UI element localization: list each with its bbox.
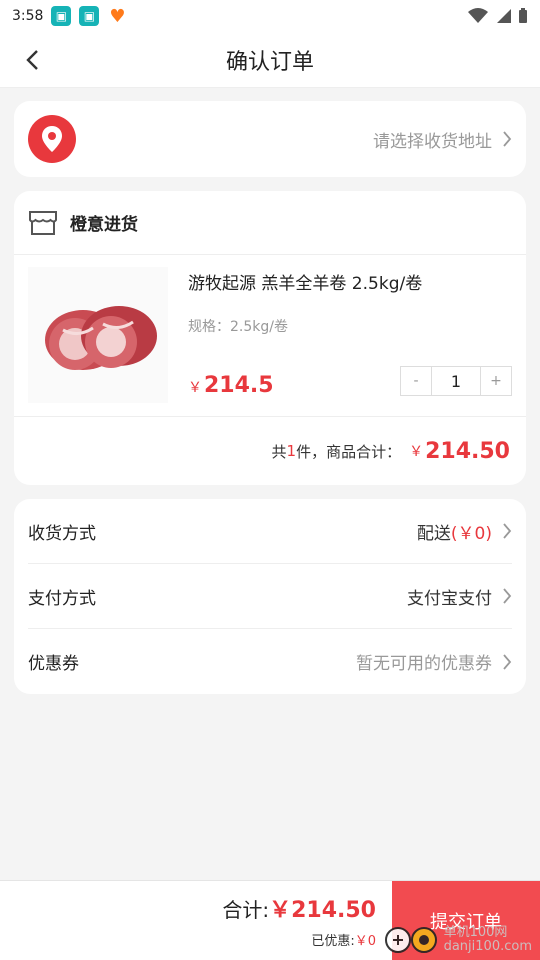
page-title: 确认订单 bbox=[225, 49, 314, 75]
heart-app-icon: ♥ bbox=[109, 5, 126, 27]
store-name: 橙意进货 bbox=[70, 215, 138, 235]
watermark-text: 单机100网 bbox=[443, 924, 508, 940]
payment-method-label: 支付方式 bbox=[28, 588, 96, 609]
summary-suffix: 件，商品合计： bbox=[296, 442, 402, 461]
product-price-value: 214.5 bbox=[204, 373, 274, 398]
store-card: 橙意进货 游牧起源 羔羊全羊卷 2.5kg/卷 规格：2.5kg/卷 ￥214.… bbox=[14, 191, 526, 485]
quantity-stepper: - 1 + bbox=[400, 366, 512, 396]
summary-total: 214.50 bbox=[425, 438, 510, 464]
back-arrow-icon bbox=[26, 50, 38, 70]
watermark: 单机100网 danji100.com bbox=[384, 924, 532, 956]
location-pin-icon bbox=[28, 115, 76, 163]
status-bar: 3:58 ▣ ▣ ♥ bbox=[0, 0, 540, 32]
order-item: 游牧起源 羔羊全羊卷 2.5kg/卷 规格：2.5kg/卷 ￥214.5 - 1… bbox=[14, 255, 526, 417]
product-spec: 规格：2.5kg/卷 bbox=[188, 319, 288, 335]
discount-label: 已优惠: bbox=[311, 934, 355, 949]
delivery-fee: (￥0) bbox=[450, 523, 492, 544]
product-image bbox=[28, 267, 168, 403]
summary-prefix: 共 bbox=[271, 442, 287, 461]
chevron-right-icon bbox=[503, 523, 512, 539]
address-selector[interactable]: 请选择收货地址 bbox=[14, 101, 526, 177]
order-summary: 共 1 件，商品合计： ￥ 214.50 bbox=[14, 417, 526, 485]
nav-bar: 确认订单 bbox=[0, 32, 540, 88]
watermark-url: danji100.com bbox=[443, 939, 532, 954]
chevron-right-icon bbox=[503, 653, 512, 670]
discount-value: ￥0 bbox=[354, 934, 376, 949]
product-price: ￥214.5 bbox=[188, 373, 274, 398]
summary-currency: ￥ bbox=[409, 444, 424, 460]
increment-button[interactable]: + bbox=[481, 367, 511, 395]
coupon-value: 暂无可用的优惠券 bbox=[356, 654, 492, 674]
checkout-total: 合计:￥214.50 bbox=[222, 892, 376, 924]
checkout-discount: 已优惠:￥0 bbox=[311, 930, 376, 949]
battery-icon bbox=[519, 8, 527, 23]
address-placeholder: 请选择收货地址 bbox=[373, 131, 492, 152]
wifi-icon bbox=[468, 8, 488, 23]
status-time: 3:58 bbox=[12, 8, 44, 24]
delivery-method-label: 收货方式 bbox=[28, 523, 96, 544]
store-header: 橙意进货 bbox=[14, 191, 526, 255]
checkout-total-value: ￥214.50 bbox=[269, 898, 376, 923]
payment-method-value: 支付宝支付 bbox=[407, 588, 492, 609]
watermark-logo-icon bbox=[384, 927, 437, 953]
payment-method-row[interactable]: 支付方式 支付宝支付 bbox=[28, 564, 512, 629]
delivery-method-value: 配送 bbox=[416, 523, 451, 544]
signal-icon bbox=[497, 9, 511, 23]
store-icon bbox=[29, 210, 57, 235]
order-options: 收货方式 配送(￥0) 支付方式 支付宝支付 优惠券 暂无可用的优惠券 bbox=[14, 499, 526, 694]
coupon-row[interactable]: 优惠券 暂无可用的优惠券 bbox=[28, 629, 512, 694]
chevron-right-icon bbox=[502, 130, 512, 148]
chevron-right-icon bbox=[503, 588, 512, 604]
currency-symbol: ￥ bbox=[188, 380, 202, 396]
delivery-method-row[interactable]: 收货方式 配送(￥0) bbox=[28, 499, 512, 564]
summary-count: 1 bbox=[286, 442, 297, 460]
app-notification-icon: ▣ bbox=[51, 6, 72, 26]
app-notification-icon-2: ▣ bbox=[79, 6, 100, 26]
checkout-total-label: 合计: bbox=[222, 898, 270, 922]
decrement-button[interactable]: - bbox=[401, 367, 431, 395]
product-title[interactable]: 游牧起源 羔羊全羊卷 2.5kg/卷 bbox=[188, 269, 512, 294]
quantity-value[interactable]: 1 bbox=[431, 367, 481, 395]
back-button[interactable] bbox=[14, 42, 50, 78]
coupon-label: 优惠券 bbox=[28, 654, 79, 674]
